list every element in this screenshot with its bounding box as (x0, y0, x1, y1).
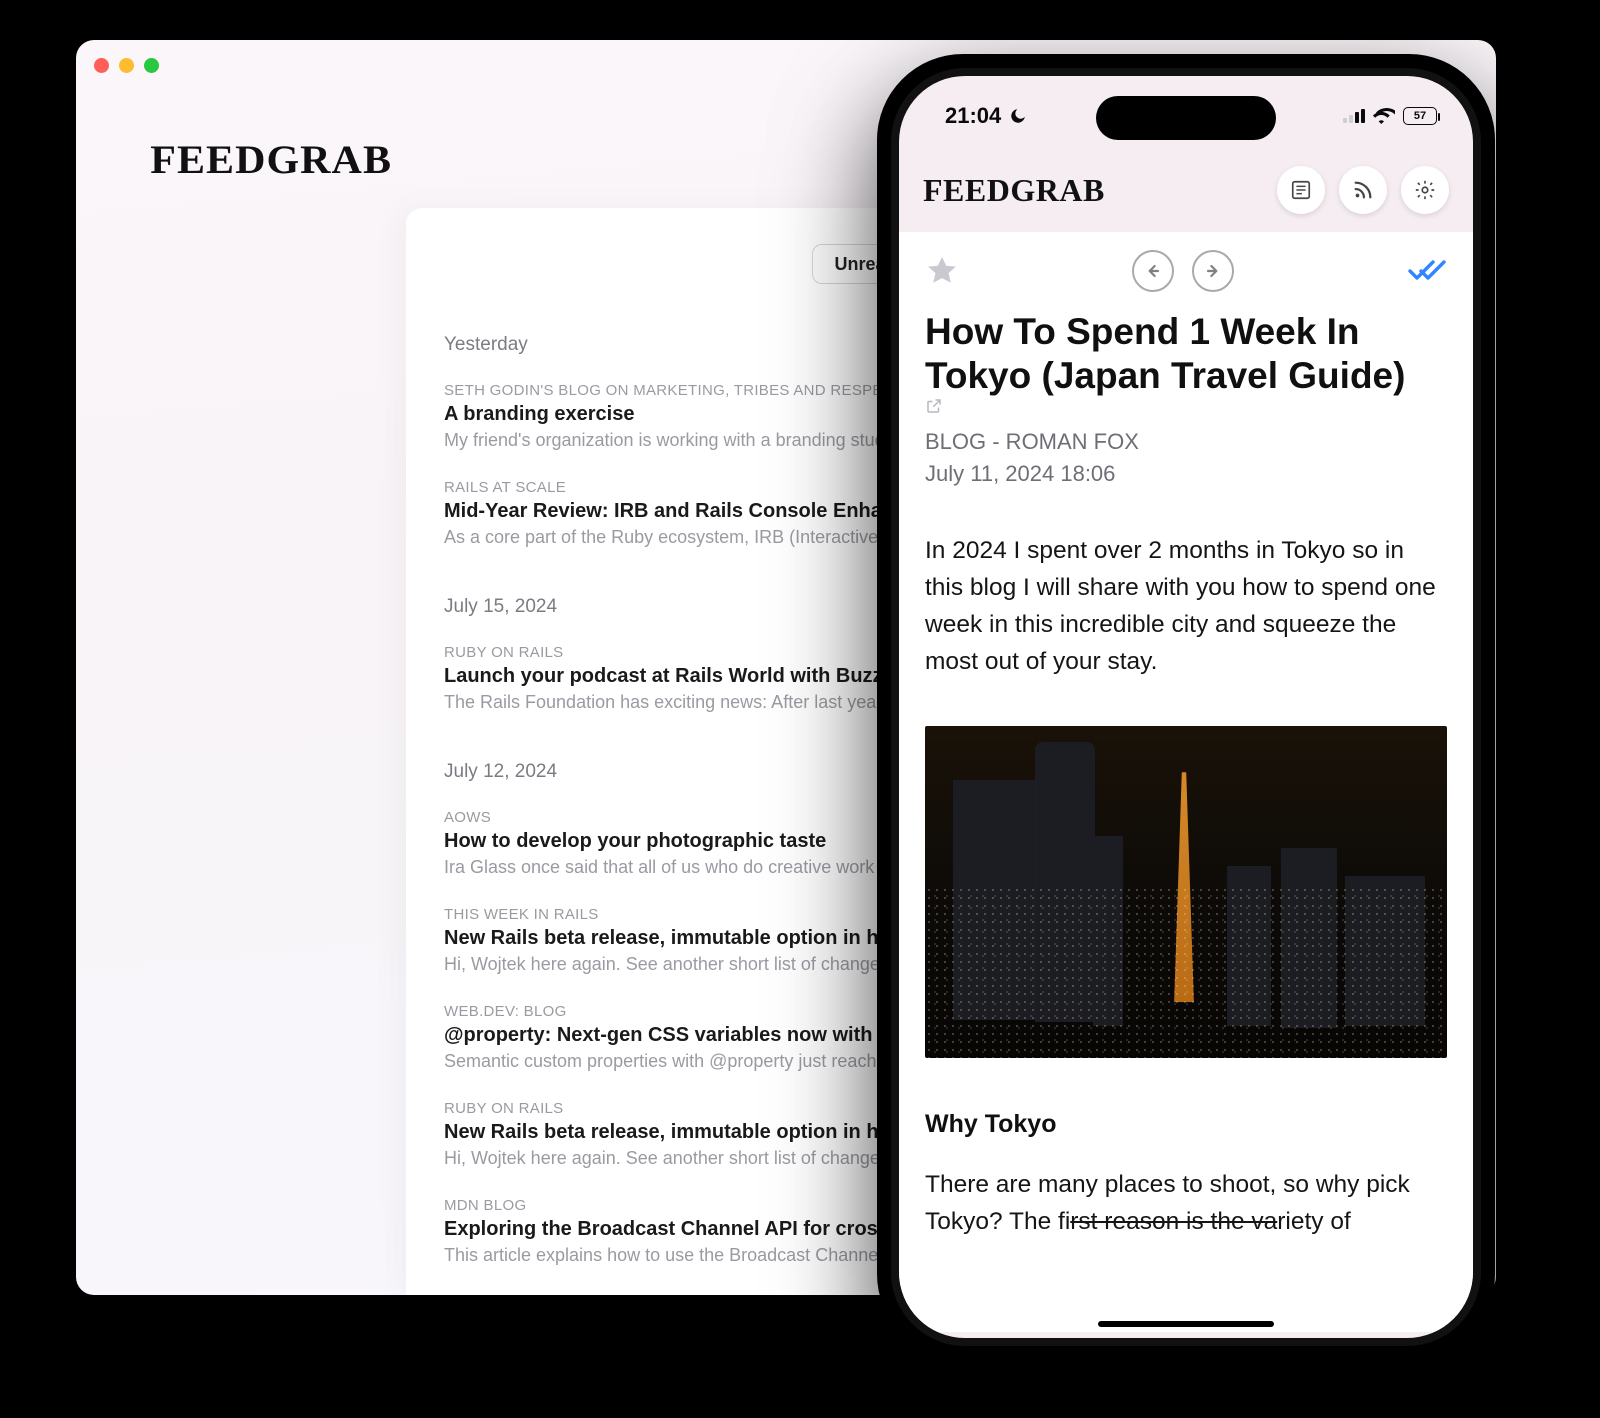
arrow-right-icon (1203, 261, 1223, 281)
open-external-button[interactable] (925, 397, 1447, 415)
article-view: How To Spend 1 Week In Tokyo (Japan Trav… (899, 232, 1473, 1332)
battery-level: 57 (1403, 107, 1437, 125)
article-date: July 11, 2024 18:06 (925, 461, 1447, 487)
iphone-screen: 21:04 (899, 76, 1473, 1338)
arrow-left-icon (1143, 261, 1163, 281)
article-title: How To Spend 1 Week In Tokyo (Japan Trav… (925, 311, 1405, 396)
window-close-button[interactable] (94, 58, 109, 73)
settings-button[interactable] (1401, 166, 1449, 214)
article-image (925, 726, 1447, 1058)
article-paragraph: There are many places to shoot, so why p… (925, 1167, 1447, 1241)
window-minimize-button[interactable] (119, 58, 134, 73)
star-icon (925, 254, 959, 288)
moon-icon (1009, 107, 1027, 125)
dynamic-island (1096, 96, 1276, 140)
rss-icon (1352, 179, 1374, 201)
app-header: FEEDGRAB (899, 152, 1473, 232)
feeds-button[interactable] (1339, 166, 1387, 214)
battery-indicator: 57 (1403, 107, 1437, 125)
double-check-icon (1407, 258, 1447, 284)
newspaper-icon (1290, 179, 1312, 201)
app-logo: FEEDGRAB (923, 172, 1105, 209)
star-button[interactable] (925, 254, 959, 288)
articles-button[interactable] (1277, 166, 1325, 214)
next-article-button[interactable] (1192, 250, 1234, 292)
prev-article-button[interactable] (1132, 250, 1174, 292)
gear-icon (1414, 179, 1436, 201)
article-toolbar (925, 232, 1447, 310)
external-link-icon (925, 397, 943, 415)
home-indicator[interactable] (1098, 1321, 1274, 1327)
iphone-device: 21:04 (877, 54, 1495, 1360)
cellular-icon (1343, 109, 1365, 123)
wifi-icon (1373, 108, 1395, 124)
article-paragraph: In 2024 I spent over 2 months in Tokyo s… (925, 533, 1447, 680)
app-logo: FEEDGRAB (150, 136, 392, 183)
article-source: BLOG - ROMAN FOX (925, 429, 1447, 455)
window-fullscreen-button[interactable] (144, 58, 159, 73)
traffic-lights (94, 58, 159, 73)
status-time: 21:04 (945, 103, 1001, 129)
article-heading: Why Tokyo (925, 1110, 1447, 1139)
mark-read-button[interactable] (1407, 258, 1447, 284)
